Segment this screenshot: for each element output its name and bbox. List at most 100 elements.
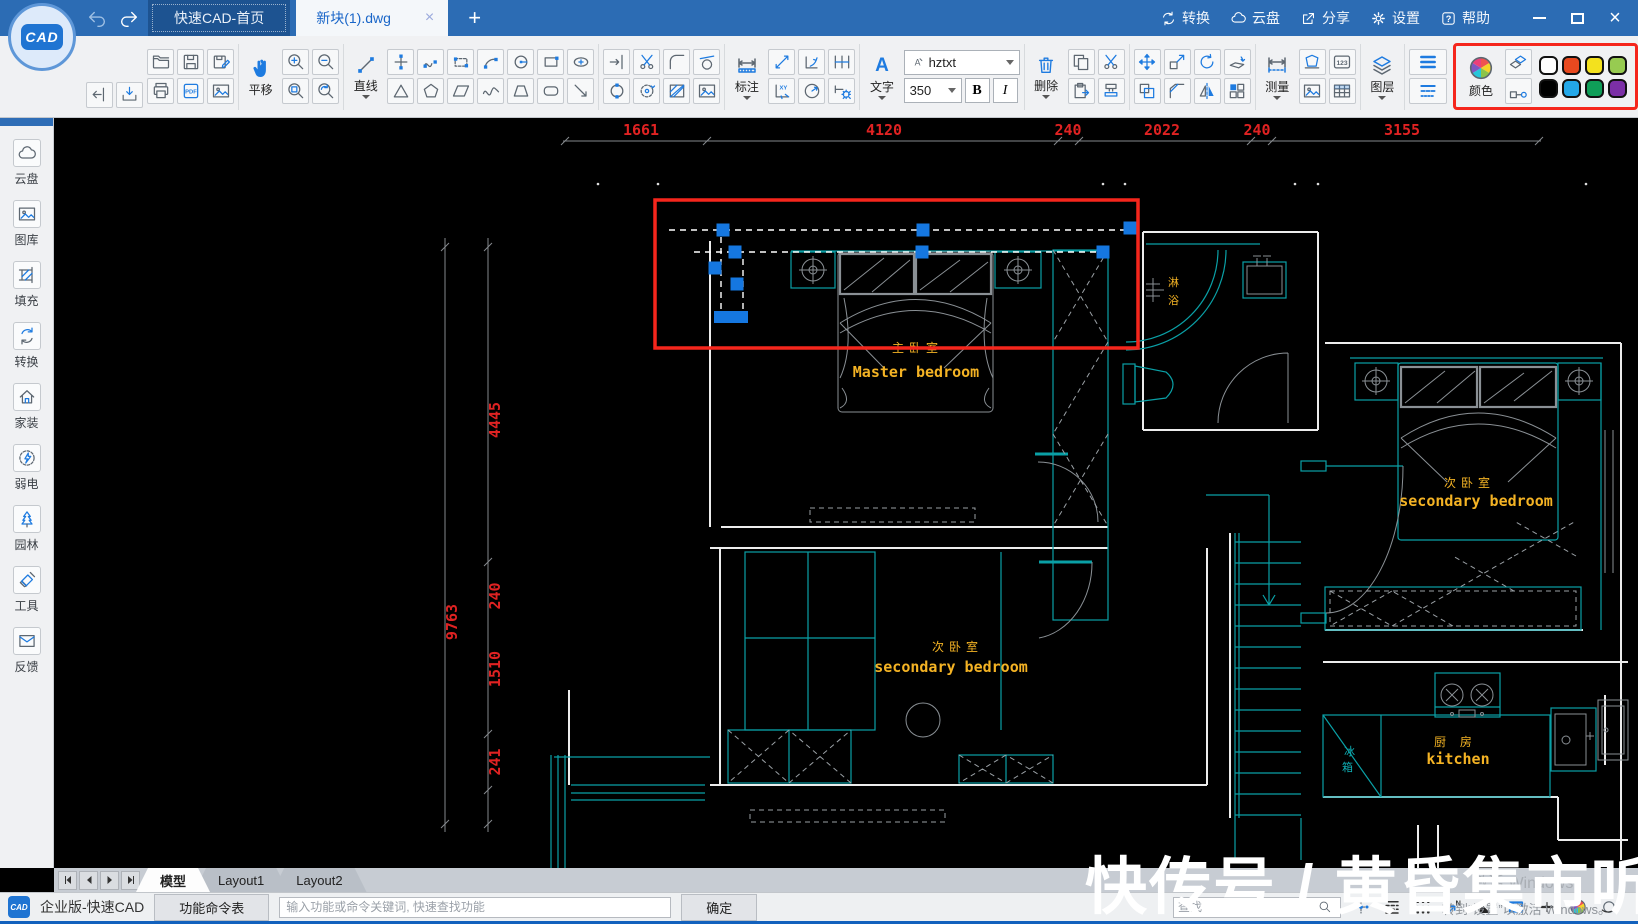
- grip-handle[interactable]: [716, 223, 730, 237]
- text-tool-button[interactable]: 文字: [864, 53, 899, 100]
- color-button[interactable]: 颜色: [1464, 55, 1498, 99]
- paste-button[interactable]: [1067, 78, 1095, 104]
- undo-icon[interactable]: [84, 6, 110, 30]
- sidebar-item-cloud[interactable]: 云盘: [0, 139, 53, 187]
- grip-handle[interactable]: [915, 245, 929, 259]
- tab-prev-button[interactable]: [79, 870, 98, 890]
- drawing-area[interactable]: 1661 4120 240 2022 240 3155 4445 240 151…: [54, 118, 1638, 868]
- settings-button[interactable]: 设置: [1370, 8, 1420, 28]
- hide-panel-button[interactable]: [86, 81, 113, 108]
- spline-tool-button[interactable]: [477, 78, 505, 104]
- close-button[interactable]: ×: [1600, 5, 1630, 31]
- tangent-button[interactable]: [693, 49, 721, 75]
- count-button[interactable]: [1328, 49, 1356, 75]
- continue-dim-button[interactable]: [828, 49, 856, 75]
- chamfer-button[interactable]: [1163, 78, 1191, 104]
- rounded-rect-tool-button[interactable]: [537, 78, 565, 104]
- print-button[interactable]: [147, 78, 174, 104]
- open-button[interactable]: [147, 49, 174, 75]
- zoom-window-button[interactable]: [282, 78, 310, 104]
- bold-button[interactable]: B: [964, 78, 990, 103]
- sidebar-item-home-decor[interactable]: 家装: [0, 383, 53, 431]
- tab-next-button[interactable]: [100, 870, 119, 890]
- dimension-button[interactable]: 标注: [729, 53, 764, 100]
- format-brush-button[interactable]: [1097, 78, 1125, 104]
- sidebar-item-low-voltage[interactable]: 弱电: [0, 444, 53, 492]
- lineweight-button[interactable]: [1408, 49, 1447, 75]
- grip-handle[interactable]: [1096, 245, 1110, 259]
- parallelogram-tool-button[interactable]: [447, 78, 475, 104]
- cloud-button[interactable]: 云盘: [1230, 8, 1280, 28]
- move-button[interactable]: [1133, 49, 1161, 75]
- point-tool-button[interactable]: [387, 49, 415, 75]
- ellipse-tool-button[interactable]: [567, 49, 595, 75]
- polygon-tool-button[interactable]: [417, 78, 445, 104]
- scale-button[interactable]: [1163, 49, 1191, 75]
- tab-home[interactable]: 快速CAD-首页: [148, 0, 291, 36]
- sidebar-item-gallery[interactable]: 图库: [0, 200, 53, 248]
- measure-button[interactable]: 测量: [1260, 53, 1295, 100]
- delete-button[interactable]: 删除: [1029, 54, 1064, 99]
- arc-tool-button[interactable]: [477, 49, 505, 75]
- rotate-button[interactable]: [1193, 49, 1221, 75]
- tab-first-button[interactable]: [58, 870, 77, 890]
- convert-button[interactable]: 转换: [1160, 8, 1210, 28]
- font-select[interactable]: hztxt: [903, 50, 1020, 75]
- grip-bar[interactable]: [714, 311, 748, 323]
- aligned-dim-button[interactable]: [768, 49, 796, 75]
- selection-grips[interactable]: [708, 221, 1137, 324]
- tab-document[interactable]: 新块(1).dwg ×: [296, 0, 449, 36]
- radius-dim-button[interactable]: [798, 78, 826, 104]
- grip-handle[interactable]: [728, 245, 742, 259]
- layer-button[interactable]: 图层: [1365, 53, 1400, 100]
- dim-style-button[interactable]: [828, 78, 856, 104]
- sidebar-item-convert[interactable]: 转换: [0, 322, 53, 370]
- hatch-button[interactable]: [663, 78, 691, 104]
- import-button[interactable]: [116, 81, 143, 108]
- copy-button[interactable]: [1067, 49, 1095, 75]
- command-table-button[interactable]: 功能命令表: [154, 893, 270, 921]
- sidebar-item-feedback[interactable]: 反馈: [0, 627, 53, 675]
- fillet-button[interactable]: [663, 49, 691, 75]
- sidebar-item-fill[interactable]: 填充: [0, 261, 53, 309]
- sidebar-item-tools[interactable]: 工具: [0, 566, 53, 614]
- swatch-green-light[interactable]: [1607, 55, 1627, 75]
- area-measure-button[interactable]: [1298, 49, 1326, 75]
- table-button[interactable]: [1328, 78, 1356, 104]
- mirror-button[interactable]: [1193, 78, 1221, 104]
- rotate-3d-button[interactable]: [1223, 49, 1251, 75]
- triangle-tool-button[interactable]: [387, 78, 415, 104]
- tab-layout2[interactable]: Layout2: [272, 868, 366, 892]
- grip-handle[interactable]: [1123, 221, 1137, 235]
- zoom-in-button[interactable]: [282, 49, 310, 75]
- circle-node-button[interactable]: [603, 78, 631, 104]
- italic-button[interactable]: I: [992, 78, 1018, 103]
- linetype-button[interactable]: [1408, 78, 1447, 104]
- trapezoid-tool-button[interactable]: [507, 78, 535, 104]
- app-logo[interactable]: CAD: [8, 3, 76, 71]
- tab-model[interactable]: 模型: [136, 868, 210, 892]
- command-search-input[interactable]: [279, 896, 672, 918]
- zoom-previous-button[interactable]: [312, 78, 340, 104]
- zoom-out-button[interactable]: [312, 49, 340, 75]
- image-insert-button[interactable]: [1298, 78, 1326, 104]
- revision-cloud-button[interactable]: [633, 78, 661, 104]
- trim-button[interactable]: [633, 49, 661, 75]
- grip-handle[interactable]: [708, 261, 722, 275]
- text-size-select[interactable]: 350: [903, 78, 962, 103]
- sidebar-item-garden[interactable]: 园林: [0, 505, 53, 553]
- confirm-button[interactable]: 确定: [681, 893, 758, 921]
- tab-last-button[interactable]: [121, 870, 140, 890]
- rectangle-tool-button[interactable]: [537, 49, 565, 75]
- save-button[interactable]: [177, 49, 204, 75]
- cut-button[interactable]: [1097, 49, 1125, 75]
- swatch-black[interactable]: [1538, 78, 1558, 98]
- help-button[interactable]: 帮助: [1440, 8, 1490, 28]
- swatch-green[interactable]: [1584, 78, 1604, 98]
- array-button[interactable]: [1223, 78, 1251, 104]
- match-layer-button[interactable]: [1504, 78, 1532, 104]
- floor-plan[interactable]: 1661 4120 240 2022 240 3155 4445 240 151…: [54, 118, 1638, 868]
- angular-dim-button[interactable]: [798, 49, 826, 75]
- export-pdf-button[interactable]: [177, 78, 204, 104]
- pan-button[interactable]: 平移: [243, 56, 278, 98]
